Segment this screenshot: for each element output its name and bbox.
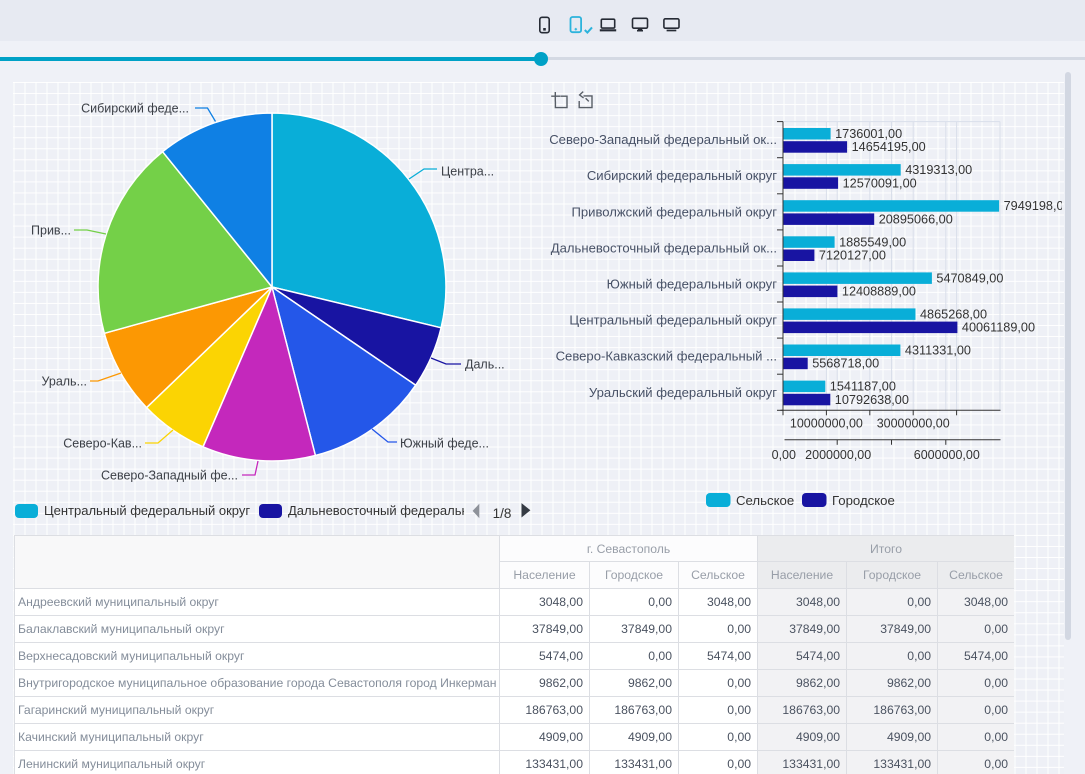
svg-text:12570091,00: 12570091,00 bbox=[843, 176, 917, 190]
svg-text:7120127,00: 7120127,00 bbox=[819, 249, 886, 263]
svg-text:2000000,00: 2000000,00 bbox=[805, 448, 871, 462]
svg-text:Прив...: Прив... bbox=[31, 224, 71, 238]
svg-text:4319313,00: 4319313,00 bbox=[905, 163, 972, 177]
svg-text:4311331,00: 4311331,00 bbox=[905, 344, 971, 358]
svg-text:6000000,00: 6000000,00 bbox=[914, 448, 980, 462]
svg-text:Сельское: Сельское bbox=[736, 493, 794, 508]
svg-text:Приволжский федеральный округ: Приволжский федеральный округ bbox=[571, 204, 777, 219]
svg-text:Даль...: Даль... bbox=[465, 358, 505, 372]
svg-text:5470849,00: 5470849,00 bbox=[936, 271, 1003, 285]
svg-text:Ураль...: Ураль... bbox=[41, 375, 87, 389]
svg-text:Южный феде...: Южный феде... bbox=[400, 437, 489, 451]
svg-text:1885549,00: 1885549,00 bbox=[839, 235, 906, 249]
svg-text:12408889,00: 12408889,00 bbox=[842, 285, 916, 299]
svg-text:Северо-Кавказский федеральный: Северо-Кавказский федеральный ... bbox=[556, 349, 777, 364]
svg-text:Северо-Западный федеральный ок: Северо-Западный федеральный ок... bbox=[549, 132, 777, 147]
svg-text:20895066,00: 20895066,00 bbox=[879, 212, 953, 226]
svg-text:Центральный федеральный округ: Центральный федеральный округ bbox=[569, 313, 777, 328]
svg-text:10792638,00: 10792638,00 bbox=[835, 393, 909, 407]
svg-text:Северо-Кав...: Северо-Кав... bbox=[63, 437, 142, 451]
svg-text:Северо-Западный фе...: Северо-Западный фе... bbox=[101, 469, 238, 483]
svg-text:1736001,00: 1736001,00 bbox=[835, 127, 902, 141]
svg-text:Центра...: Центра... bbox=[441, 165, 494, 179]
svg-text:Сибирский федеральный округ: Сибирский федеральный округ bbox=[587, 168, 777, 183]
svg-text:1541187,00: 1541187,00 bbox=[830, 380, 896, 394]
svg-text:7949198,00: 7949198,00 bbox=[1004, 199, 1062, 213]
svg-text:5568718,00: 5568718,00 bbox=[812, 357, 879, 371]
svg-text:40061189,00: 40061189,00 bbox=[962, 321, 1035, 335]
svg-text:0,00: 0,00 bbox=[772, 448, 796, 462]
svg-text:30000000,00: 30000000,00 bbox=[877, 416, 950, 430]
svg-text:1/8: 1/8 bbox=[493, 506, 512, 520]
svg-text:4865268,00: 4865268,00 bbox=[920, 307, 987, 321]
svg-text:Сибирский феде...: Сибирский феде... bbox=[81, 102, 189, 116]
svg-text:10000000,00: 10000000,00 bbox=[790, 416, 863, 430]
svg-text:Южный федеральный округ: Южный федеральный округ bbox=[607, 277, 778, 292]
svg-text:Уральский федеральный округ: Уральский федеральный округ bbox=[589, 385, 777, 400]
svg-text:14654195,00: 14654195,00 bbox=[852, 140, 926, 154]
svg-text:Городское: Городское bbox=[832, 493, 895, 508]
svg-text:Дальневосточный федеральный ок: Дальневосточный федеральный ок... bbox=[551, 240, 777, 255]
